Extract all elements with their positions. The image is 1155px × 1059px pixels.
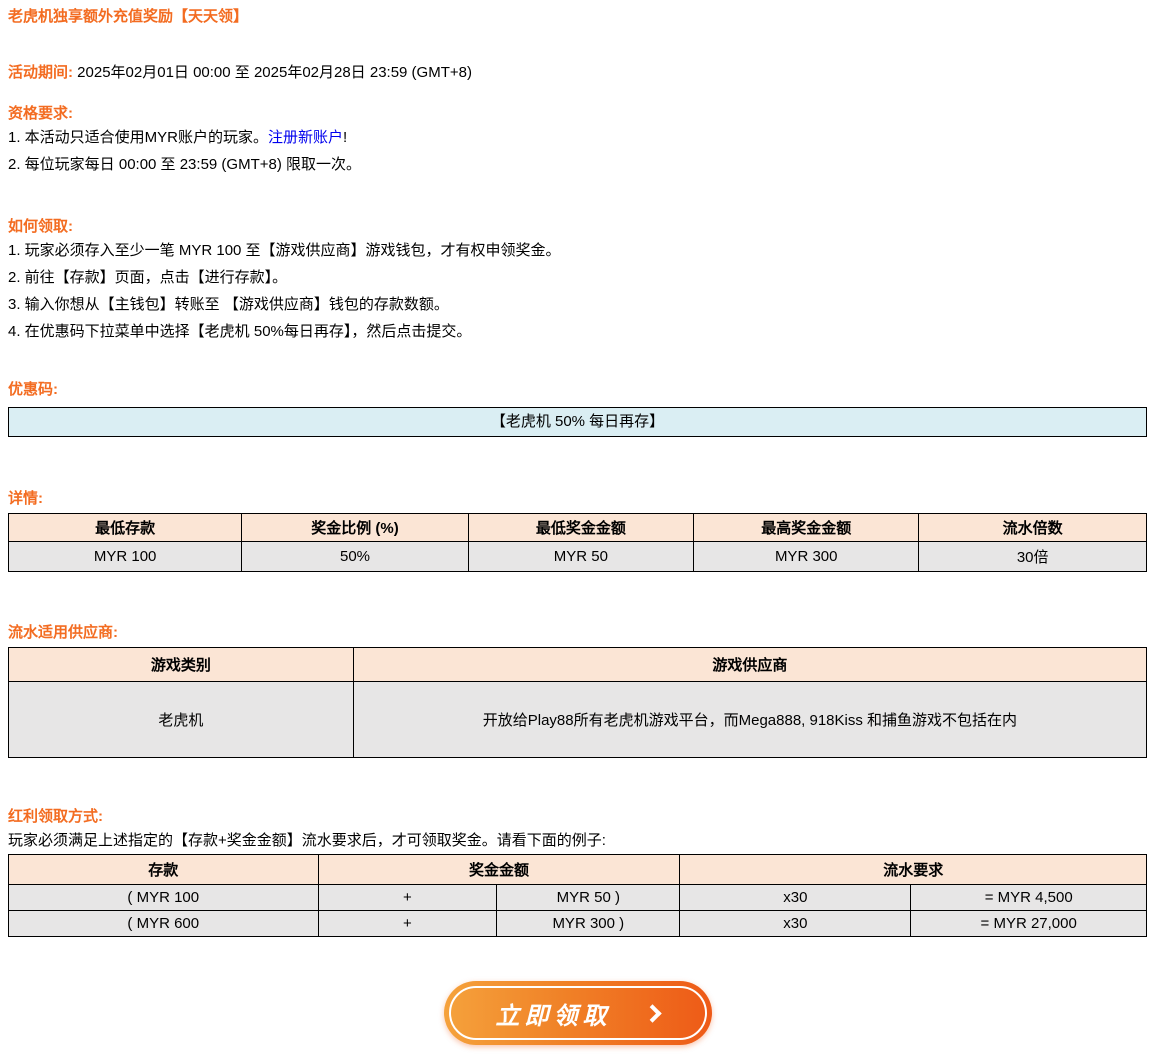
providers-header-cell: 游戏类别: [9, 648, 354, 682]
providers-cell: 开放给Play88所有老虎机游戏平台，而Mega888, 918Kiss 和捕鱼…: [353, 682, 1146, 758]
claim-cell: = MYR 27,000: [911, 911, 1147, 937]
details-cell: 50%: [242, 542, 468, 572]
section-eligibility: 资格要求: 1. 本活动只适合使用MYR账户的玩家。注册新账户! 2. 每位玩家…: [8, 105, 1147, 176]
section-claim-method: 红利领取方式: 玩家必须满足上述指定的【存款+奖金金额】流水要求后，才可领取奖金…: [8, 808, 1147, 937]
details-heading: 详情:: [8, 490, 1147, 508]
details-cell: MYR 300: [694, 542, 919, 572]
how-to-claim-step: 2. 前往【存款】页面，点击【进行存款】。: [8, 267, 1147, 289]
claim-example-row: ( MYR 100 + MYR 50 ) x30 = MYR 4,500: [9, 885, 1147, 911]
providers-header-cell: 游戏供应商: [353, 648, 1146, 682]
claim-cell: ( MYR 600: [9, 911, 319, 937]
claim-cell: x30: [680, 911, 911, 937]
details-cell: MYR 100: [9, 542, 242, 572]
providers-cell: 老虎机: [9, 682, 354, 758]
how-to-claim-heading: 如何领取:: [8, 218, 1147, 236]
how-to-claim-step: 1. 玩家必须存入至少一笔 MYR 100 至【游戏供应商】游戏钱包，才有权申领…: [8, 240, 1147, 262]
how-to-claim-step: 4. 在优惠码下拉菜单中选择【老虎机 50%每日再存】，然后点击提交。: [8, 321, 1147, 343]
details-header-cell: 流水倍数: [919, 514, 1147, 542]
providers-header-row: 游戏类别 游戏供应商: [9, 648, 1147, 682]
period-value: 2025年02月01日 00:00 至 2025年02月28日 23:59 (G…: [73, 64, 472, 81]
claim-cell: ( MYR 100: [9, 885, 319, 911]
claim-header-cell: 奖金金额: [318, 855, 680, 885]
claim-cell: = MYR 4,500: [911, 885, 1147, 911]
period-label: 活动期间:: [8, 64, 73, 81]
claim-method-heading: 红利领取方式:: [8, 808, 1147, 826]
details-data-row: MYR 100 50% MYR 50 MYR 300 30倍: [9, 542, 1147, 572]
claim-method-description: 玩家必须满足上述指定的【存款+奖金金额】流水要求后，才可领取奖金。请看下面的例子…: [8, 830, 1147, 852]
claim-example-table: 存款 奖金金额 流水要求 ( MYR 100 + MYR 50 ) x30 = …: [8, 854, 1147, 937]
claim-cell: +: [318, 911, 497, 937]
eligibility-item-1: 1. 本活动只适合使用MYR账户的玩家。注册新账户!: [8, 127, 1147, 149]
details-cell: MYR 50: [468, 542, 693, 572]
providers-data-row: 老虎机 开放给Play88所有老虎机游戏平台，而Mega888, 918Kiss…: [9, 682, 1147, 758]
claim-header-row: 存款 奖金金额 流水要求: [9, 855, 1147, 885]
claim-now-button-inner: 立即领取: [449, 986, 707, 1040]
eligibility-item-2: 2. 每位玩家每日 00:00 至 23:59 (GMT+8) 限取一次。: [8, 154, 1147, 176]
claim-cell: MYR 50 ): [497, 885, 680, 911]
claim-header-cell: 存款: [9, 855, 319, 885]
section-details: 详情: 最低存款 奖金比例 (%) 最低奖金金额 最高奖金金额 流水倍数 MYR…: [8, 490, 1147, 572]
eligibility-item-1-text: 1. 本活动只适合使用MYR账户的玩家。: [8, 129, 268, 146]
details-table: 最低存款 奖金比例 (%) 最低奖金金额 最高奖金金额 流水倍数 MYR 100…: [8, 513, 1147, 572]
promo-period: 活动期间: 2025年02月01日 00:00 至 2025年02月28日 23…: [8, 64, 1147, 82]
providers-heading: 流水适用供应商:: [8, 624, 1147, 642]
section-promo-code: 优惠码: 【老虎机 50% 每日再存】: [8, 381, 1147, 437]
chevron-right-icon: [643, 1004, 661, 1022]
details-header-cell: 最低存款: [9, 514, 242, 542]
how-to-claim-step: 3. 输入你想从【主钱包】转账至 【游戏供应商】钱包的存款数额。: [8, 294, 1147, 316]
register-account-link[interactable]: 注册新账户: [268, 129, 343, 146]
page-title: 老虎机独享额外充值奖励【天天领】: [8, 8, 1147, 26]
promo-code-box: 【老虎机 50% 每日再存】: [8, 407, 1147, 437]
details-header-cell: 奖金比例 (%): [242, 514, 468, 542]
cta-container: 立即领取: [8, 981, 1147, 1049]
promo-code-heading: 优惠码:: [8, 381, 1147, 399]
section-how-to-claim: 如何领取: 1. 玩家必须存入至少一笔 MYR 100 至【游戏供应商】游戏钱包…: [8, 218, 1147, 343]
claim-header-cell: 流水要求: [680, 855, 1147, 885]
details-cell: 30倍: [919, 542, 1147, 572]
details-header-cell: 最高奖金金额: [694, 514, 919, 542]
details-header-cell: 最低奖金金额: [468, 514, 693, 542]
claim-now-button[interactable]: 立即领取: [444, 981, 712, 1045]
section-providers: 流水适用供应商: 游戏类别 游戏供应商 老虎机 开放给Play88所有老虎机游戏…: [8, 624, 1147, 758]
eligibility-item-1-suffix: !: [343, 129, 347, 146]
claim-example-row: ( MYR 600 + MYR 300 ) x30 = MYR 27,000: [9, 911, 1147, 937]
claim-now-label: 立即领取: [491, 996, 612, 1031]
claim-cell: +: [318, 885, 497, 911]
details-header-row: 最低存款 奖金比例 (%) 最低奖金金额 最高奖金金额 流水倍数: [9, 514, 1147, 542]
claim-cell: MYR 300 ): [497, 911, 680, 937]
eligibility-heading: 资格要求:: [8, 105, 1147, 123]
providers-table: 游戏类别 游戏供应商 老虎机 开放给Play88所有老虎机游戏平台，而Mega8…: [8, 647, 1147, 758]
claim-cell: x30: [680, 885, 911, 911]
